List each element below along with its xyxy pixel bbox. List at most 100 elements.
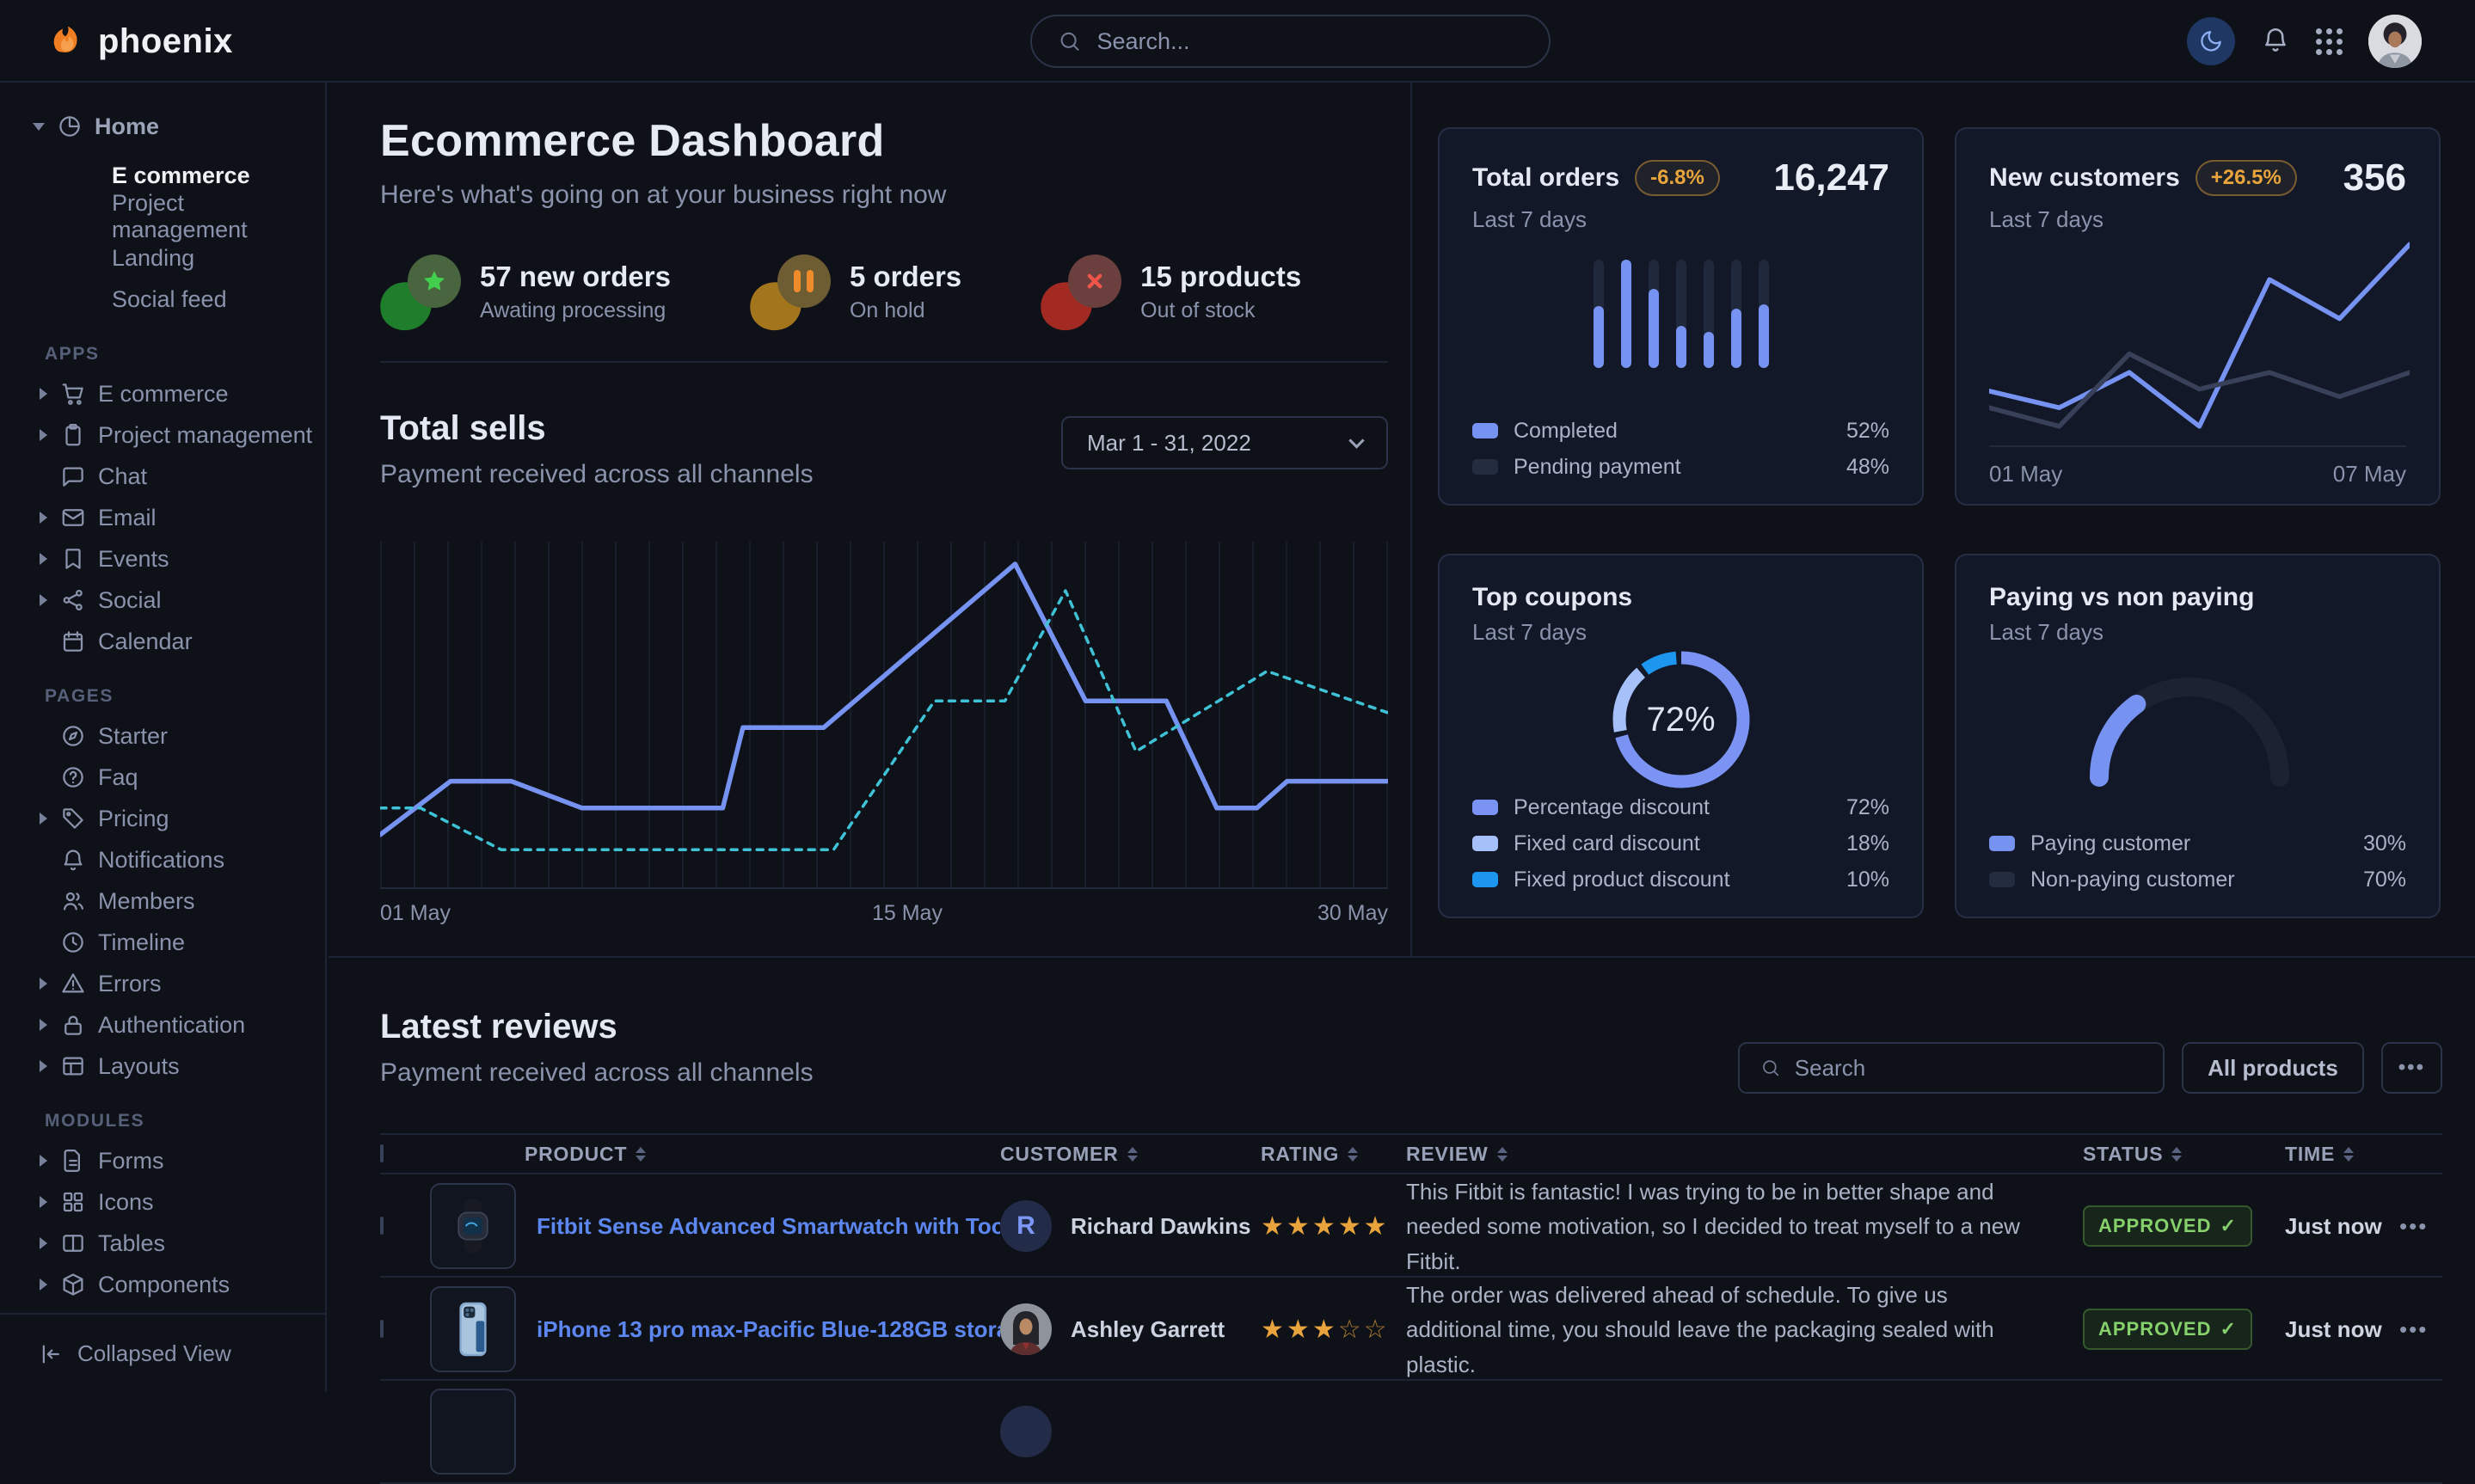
chevron-down-icon [33, 123, 45, 131]
sidebar-item-chat[interactable]: Chat [0, 456, 325, 497]
calendar-icon [60, 629, 86, 654]
compass-icon [60, 723, 86, 749]
apps-grid-button[interactable] [2316, 28, 2343, 55]
chevron-right-icon [40, 978, 50, 990]
sidebar-item-pricing[interactable]: Pricing [0, 798, 325, 839]
donut-center-label: 72% [1600, 638, 1763, 801]
product-link[interactable]: iPhone 13 pro max-Pacific Blue-128GB sto… [537, 1316, 1000, 1343]
moon-icon [2198, 28, 2224, 54]
notifications-button[interactable] [2261, 25, 2290, 58]
product-thumbnail [430, 1183, 516, 1269]
bell-icon [2261, 25, 2290, 54]
reviews-table: PRODUCT CUSTOMER RATING REVIEW STATUS TI… [380, 1133, 2442, 1484]
users-icon [60, 888, 86, 914]
trend-badge: +26.5% [2196, 160, 2297, 196]
page-subtitle: Here's what's going on at your business … [380, 181, 946, 210]
column-header-time[interactable]: TIME [2285, 1143, 2399, 1166]
sidebar-subitem-landing[interactable]: Landing [112, 237, 325, 279]
rating-stars: ★★★★★ [1261, 1211, 1406, 1242]
row-checkbox[interactable] [380, 1217, 384, 1235]
total-sells-x-axis: 01 May 15 May 30 May [380, 901, 1388, 927]
card-title: New customers [1989, 163, 2180, 193]
column-header-product[interactable]: PRODUCT [430, 1143, 1000, 1166]
row-actions-button[interactable]: ••• [2399, 1213, 2442, 1240]
sidebar-item-forms[interactable]: Forms [0, 1140, 325, 1181]
select-all-checkbox[interactable] [380, 1144, 384, 1162]
total-sells-title: Total sells [380, 409, 814, 448]
sidebar-item-events[interactable]: Events [0, 538, 325, 579]
card-new-customers: New customers +26.5% 356 Last 7 days 01 … [1955, 127, 2441, 506]
chevron-right-icon [40, 553, 50, 565]
global-search[interactable] [1030, 15, 1551, 68]
sidebar-item-members[interactable]: Members [0, 880, 325, 922]
total-sells-chart [380, 542, 1388, 889]
new-customers-value: 356 [2343, 156, 2406, 199]
phoenix-flame-icon [46, 21, 86, 61]
chevron-down-icon [1348, 432, 1364, 448]
file-text-icon [60, 1148, 86, 1174]
column-header-rating[interactable]: RATING [1261, 1143, 1406, 1166]
date-range-select[interactable]: Mar 1 - 31, 2022 [1061, 416, 1388, 469]
theme-toggle-button[interactable] [2187, 17, 2235, 65]
customer-avatar [1000, 1406, 1052, 1457]
tag-icon [60, 806, 86, 831]
sort-icon [1127, 1147, 1138, 1162]
collapse-sidebar-icon [38, 1341, 64, 1365]
sidebar-item-ecommerce-app[interactable]: E commerce [0, 373, 325, 414]
reviews-search[interactable] [1738, 1042, 2165, 1094]
card-paying-vs-non-paying: Paying vs non paying Last 7 days Paying … [1955, 554, 2441, 918]
sidebar-item-components[interactable]: Components [0, 1264, 325, 1305]
latest-reviews-title: Latest reviews [380, 1008, 2442, 1046]
table-more-button[interactable]: ••• [2381, 1042, 2442, 1094]
sidebar-item-layouts[interactable]: Layouts [0, 1046, 325, 1087]
cube-icon [60, 1272, 86, 1297]
sidebar-item-home[interactable]: Home [0, 107, 325, 146]
clipboard-icon [60, 422, 86, 448]
user-avatar[interactable] [2368, 15, 2422, 68]
global-search-input[interactable] [1096, 28, 1523, 55]
column-header-status[interactable]: STATUS [2083, 1143, 2285, 1166]
sidebar-item-notifications[interactable]: Notifications [0, 839, 325, 880]
sidebar-item-timeline[interactable]: Timeline [0, 922, 325, 963]
clock-icon [60, 929, 86, 955]
total-orders-value: 16,247 [1773, 156, 1889, 199]
check-icon: ✓ [2220, 1215, 2236, 1237]
table-row-partial [380, 1381, 2442, 1484]
sidebar-subitem-project-management[interactable]: Project management [112, 196, 325, 237]
new-customers-x-axis: 01 May 07 May [1989, 445, 2406, 488]
collapsed-view-toggle[interactable]: Collapsed View [0, 1313, 325, 1392]
review-time: Just now [2285, 1316, 2399, 1343]
customer-avatar: R [1000, 1200, 1052, 1252]
all-products-button[interactable]: All products [2182, 1042, 2364, 1094]
product-thumbnail [430, 1286, 516, 1372]
sidebar-item-starter[interactable]: Starter [0, 715, 325, 757]
status-badge: APPROVED✓ [2083, 1309, 2252, 1350]
sidebar-item-social[interactable]: Social [0, 579, 325, 621]
bell-icon [60, 847, 86, 873]
reviews-search-input[interactable] [1795, 1055, 2142, 1082]
row-checkbox[interactable] [380, 1320, 384, 1338]
total-orders-bar-chart [1594, 260, 1769, 368]
column-header-customer[interactable]: CUSTOMER [1000, 1143, 1261, 1166]
sidebar-subitem-social-feed[interactable]: Social feed [112, 279, 325, 320]
sidebar-item-calendar[interactable]: Calendar [0, 621, 325, 662]
product-link[interactable]: Fitbit Sense Advanced Smartwatch with To… [537, 1213, 1000, 1240]
brand-logo[interactable]: phoenix [46, 0, 233, 83]
column-header-review[interactable]: REVIEW [1406, 1143, 2083, 1166]
sidebar-item-faq[interactable]: Faq [0, 757, 325, 798]
legend-percentage-discount: Percentage discount72% [1472, 789, 1889, 825]
row-actions-button[interactable]: ••• [2399, 1316, 2442, 1343]
sidebar-item-authentication[interactable]: Authentication [0, 1004, 325, 1046]
sidebar-item-errors[interactable]: Errors [0, 963, 325, 1004]
sidebar-item-email[interactable]: Email [0, 497, 325, 538]
sidebar-item-project-management-app[interactable]: Project management [0, 414, 325, 456]
card-title: Paying vs non paying [1989, 583, 2254, 612]
lock-icon [60, 1012, 86, 1038]
sidebar-item-icons[interactable]: Icons [0, 1181, 325, 1223]
legend-fixed-card-discount: Fixed card discount18% [1472, 825, 1889, 862]
vertical-divider [1410, 83, 1412, 956]
horizontal-divider [329, 956, 2475, 958]
sidebar-item-tables[interactable]: Tables [0, 1223, 325, 1264]
table-icon [60, 1230, 86, 1256]
x-icon [1068, 254, 1121, 308]
